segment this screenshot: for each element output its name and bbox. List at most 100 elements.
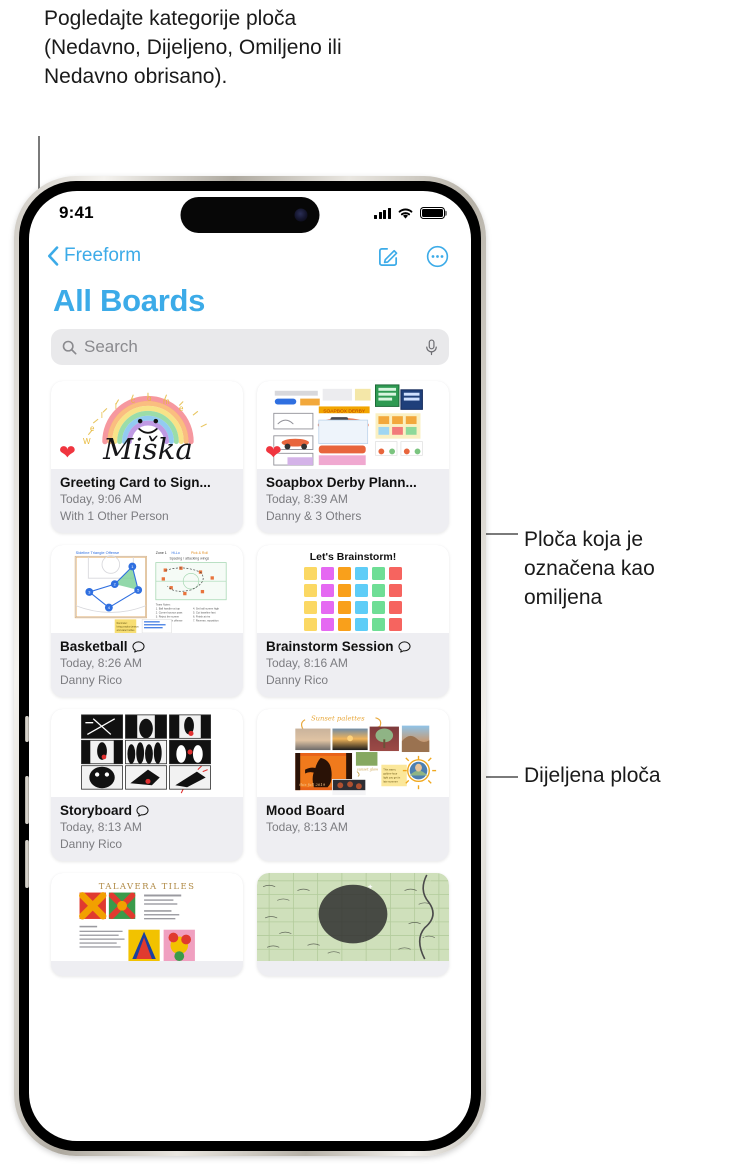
callout-categories: Pogledajte kategorije ploča (Nedavno, Di… <box>44 7 342 88</box>
board-card-talavera-tiles[interactable]: TALAVERA TILES <box>51 873 243 976</box>
svg-text:SOAPBOX DERBY: SOAPBOX DERBY <box>323 408 366 414</box>
board-meta: Mood Board Today, 8:13 AM <box>257 797 449 844</box>
greeting-card-art: Miška We ll co me <box>51 381 243 469</box>
device-bezel: 9:41 Freeform All Boards Search Miška W … <box>19 181 481 1151</box>
board-thumbnail: TALAVERA TILES <box>51 873 243 961</box>
page-title: All Boards <box>53 283 206 318</box>
favorite-heart-icon: ❤ <box>265 442 282 464</box>
svg-text:This warm,: This warm, <box>383 768 396 772</box>
board-timestamp: Today, 8:13 AM <box>266 820 348 834</box>
soapbox-collage-art: SOAPBOX DERBY <box>257 381 449 469</box>
callout-shared-board: Dijeljena ploča <box>524 764 661 787</box>
board-title: Mood Board <box>266 803 440 818</box>
search-input[interactable]: Search <box>84 337 418 357</box>
board-title-text: Greeting Card to Sign... <box>60 475 211 490</box>
board-meta: Basketball Today, 8:26 AM Danny Rico <box>51 633 243 697</box>
board-card-mood-board[interactable]: Sunset palettes this fall 2019 sunset gl… <box>257 709 449 861</box>
board-timestamp: Today, 8:13 AM <box>60 820 142 834</box>
svg-text:3: 3 <box>88 589 90 594</box>
battery-full-icon <box>420 207 445 219</box>
front-camera-icon <box>294 208 308 222</box>
svg-text:Hi-Lo: Hi-Lo <box>171 551 179 555</box>
screenshot-root: Pogledajte kategorije ploča (Nedavno, Di… <box>0 0 737 1165</box>
svg-text:late summer: late summer <box>383 779 398 783</box>
dynamic-island <box>180 197 320 233</box>
iphone-device-frame: 9:41 Freeform All Boards Search Miška W … <box>14 176 486 1156</box>
board-meta <box>257 961 449 976</box>
shared-bubble-icon <box>136 804 149 817</box>
svg-text:6. Finish at rim: 6. Finish at rim <box>193 614 211 618</box>
navigation-bar: Freeform <box>29 235 471 277</box>
svg-text:5. Cut baseline fast: 5. Cut baseline fast <box>193 610 216 614</box>
compose-icon[interactable] <box>377 245 400 268</box>
board-card-greeting-card[interactable]: Miška We ll co me ❤ Greeting Card to Sig… <box>51 381 243 533</box>
svg-text:Sideline Triangle Offense: Sideline Triangle Offense <box>76 550 120 555</box>
board-card-soapbox-derby[interactable]: SOAPBOX DERBY ❤ Soapbox Derby Plann... T… <box>257 381 449 533</box>
status-bar-clock: 9:41 <box>59 203 94 222</box>
board-card-fantasy-map[interactable] <box>257 873 449 976</box>
fantasy-map-art <box>257 873 449 961</box>
search-field[interactable]: Search <box>51 329 449 365</box>
board-meta <box>51 961 243 976</box>
svg-text:light you get in: light you get in <box>383 775 400 779</box>
board-meta: Soapbox Derby Plann... Today, 8:39 AM Da… <box>257 469 449 533</box>
navigation-actions <box>377 245 449 268</box>
board-thumbnail: Let's Brainstorm! <box>257 545 449 633</box>
svg-text:2. Corner bounce pass: 2. Corner bounce pass <box>156 610 183 614</box>
callout-favorite-board: Ploča koja je označena kao omiljena <box>524 528 655 609</box>
board-timestamp: Today, 8:39 AM <box>266 492 348 506</box>
chevron-left-icon <box>48 246 59 266</box>
board-thumbnail <box>257 873 449 961</box>
svg-text:Spacing / attacking wings: Spacing / attacking wings <box>169 557 209 561</box>
shared-bubble-icon <box>132 640 145 653</box>
board-timestamp: Today, 8:26 AM <box>60 656 142 670</box>
board-thumbnail: Sunset palettes this fall 2019 sunset gl… <box>257 709 449 797</box>
board-title-text: Brainstorm Session <box>266 639 394 654</box>
board-title: Basketball <box>60 639 234 654</box>
board-card-basketball[interactable]: Sideline Triangle Offense 1 2 3 4 5 Zone… <box>51 545 243 697</box>
brainstorm-heading: Let's Brainstorm! <box>309 551 397 563</box>
boards-screen: All Boards Search Miška W e l l c o m e … <box>29 277 471 976</box>
svg-text:golden-hour: golden-hour <box>383 772 397 776</box>
device-screen: 9:41 Freeform All Boards Search Miška W … <box>29 191 471 1141</box>
favorite-heart-icon: ❤ <box>59 442 76 464</box>
board-card-brainstorm-session[interactable]: Let's Brainstorm! Brainstorm Session Tod… <box>257 545 449 697</box>
board-title-text: Storyboard <box>60 803 133 818</box>
cellular-bars-icon <box>374 207 391 219</box>
svg-text:bring practice jerseys: bring practice jerseys <box>117 626 140 629</box>
storyboard-frames-art <box>51 709 243 797</box>
board-thumbnail: Sideline Triangle Offense 1 2 3 4 5 Zone… <box>51 545 243 633</box>
search-icon <box>62 340 77 355</box>
talavera-tiles-art: TALAVERA TILES <box>51 873 243 961</box>
board-participants: Danny Rico <box>266 673 329 687</box>
svg-text:Miška: Miška <box>102 432 193 466</box>
board-meta: Storyboard Today, 8:13 AM Danny Rico <box>51 797 243 861</box>
microphone-icon[interactable] <box>425 338 438 356</box>
svg-text:Sunset palettes: Sunset palettes <box>311 715 365 723</box>
board-title: Greeting Card to Sign... <box>60 475 234 490</box>
svg-text:1: 1 <box>131 564 133 569</box>
status-bar: 9:41 <box>29 191 471 235</box>
basketball-diagram-art: Sideline Triangle Offense 1 2 3 4 5 Zone… <box>51 545 243 633</box>
board-meta: Brainstorm Session Today, 8:16 AM Danny … <box>257 633 449 697</box>
svg-text:Zone 1: Zone 1 <box>156 551 167 555</box>
svg-text:3. Reject the screen: 3. Reject the screen <box>156 614 180 618</box>
board-title: Storyboard <box>60 803 234 818</box>
board-title: Brainstorm Session <box>266 639 440 654</box>
svg-text:Reminder:: Reminder: <box>117 622 128 625</box>
board-title-text: Mood Board <box>266 803 345 818</box>
board-timestamp: Today, 9:06 AM <box>60 492 142 506</box>
svg-text:this fall 2019: this fall 2019 <box>299 782 326 787</box>
board-timestamp: Today, 8:16 AM <box>266 656 348 670</box>
wifi-icon <box>398 207 413 219</box>
svg-text:7. Reverse, reposition: 7. Reverse, reposition <box>193 618 219 622</box>
board-participants: Danny Rico <box>60 673 123 687</box>
back-button[interactable]: Freeform <box>47 245 141 267</box>
more-circle-icon[interactable] <box>426 245 449 268</box>
svg-text:2: 2 <box>114 582 116 587</box>
svg-text:Team Notes:: Team Notes: <box>156 603 171 607</box>
boards-grid: Miška We ll co me ❤ Greeting Card to Sig… <box>43 381 457 976</box>
board-title: Soapbox Derby Plann... <box>266 475 440 490</box>
board-card-storyboard[interactable]: Storyboard Today, 8:13 AM Danny Rico <box>51 709 243 861</box>
svg-text:1. Ball handler at top: 1. Ball handler at top <box>156 607 181 611</box>
